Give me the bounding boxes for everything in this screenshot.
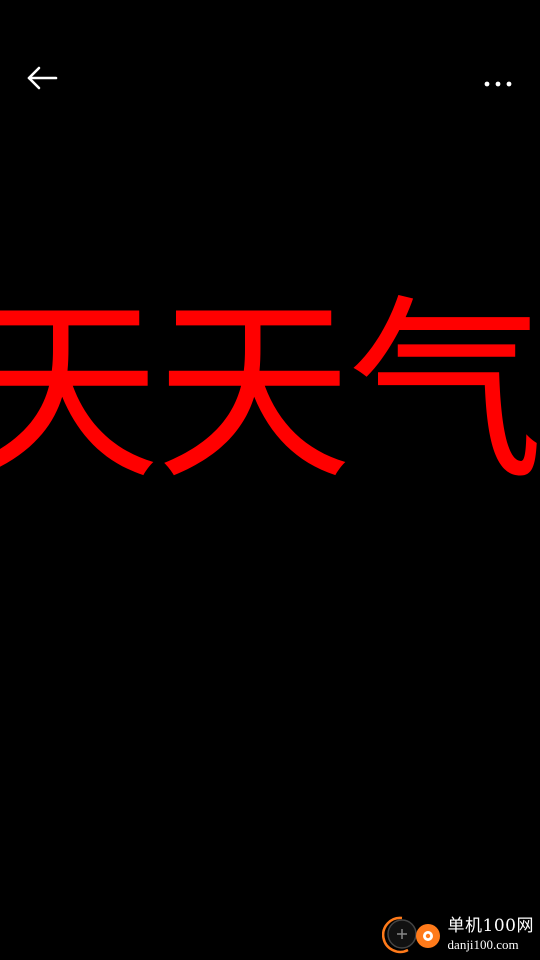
watermark-brand: 单机100网 — [447, 915, 534, 936]
danji-logo-icon — [381, 916, 440, 954]
more-horizontal-icon — [484, 81, 512, 87]
watermark-text: 单机100网 danji100.com — [447, 915, 534, 952]
more-options-button[interactable] — [476, 62, 520, 106]
marquee-display[interactable]: 天天气 — [0, 295, 540, 515]
watermark-url: danji100.com — [447, 936, 519, 952]
marquee-screen: 天天气 单机100网 danji100.com — [0, 0, 540, 960]
top-toolbar — [0, 48, 540, 108]
arrow-left-icon — [27, 66, 58, 90]
back-button[interactable] — [20, 56, 64, 100]
marquee-text: 天天气 — [0, 295, 540, 507]
site-watermark: 单机100网 danji100.com — [381, 912, 534, 956]
